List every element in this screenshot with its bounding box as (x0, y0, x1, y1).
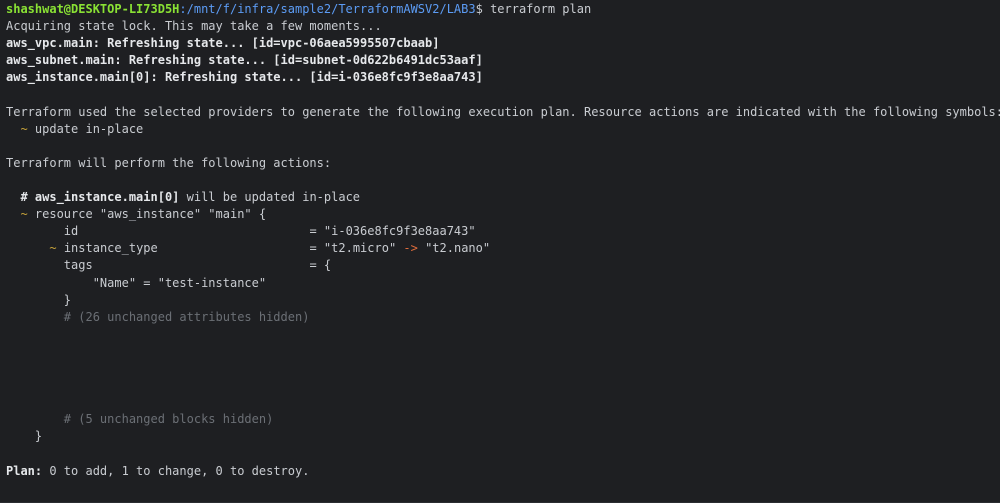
prompt-user-host: shashwat@DESKTOP-LI73D5H (6, 2, 180, 16)
attr-tags-line: tags = { (0, 257, 1000, 274)
attr-id-line: id = "i-036e8fc9f3e8aa743" (0, 223, 1000, 240)
resource-close-line: } (0, 428, 1000, 445)
tag-name-line: "Name" = "test-instance" (0, 275, 1000, 292)
attr-id-eq: = (309, 224, 324, 239)
attr-instance-type-eq: = (309, 241, 324, 256)
tag-name-entry: "Name" = "test-instance" (92, 275, 267, 290)
terminal-window[interactable]: shashwat@DESKTOP-LI73D5H:/mnt/f/infra/sa… (0, 0, 1000, 503)
prompt-path: :/mnt/f/infra/sample2/TerraformAWSV2/LAB… (179, 2, 476, 16)
perform-actions-line: Terraform will perform the following act… (6, 155, 332, 170)
unchanged-attributes-line: # (26 unchanged attributes hidden) (0, 309, 1000, 326)
comment-hash: # (20, 190, 35, 205)
attr-instance-type-key: instance_type (56, 241, 158, 256)
tags-close-line: } (0, 292, 1000, 309)
prompt-symbol: $ (475, 2, 491, 16)
update-symbol-legend: ~ update in-place (0, 121, 1000, 138)
tilde-symbol: ~ (20, 207, 28, 222)
tilde-symbol: ~ (20, 121, 28, 136)
lock-message: Acquiring state lock. This may take a fe… (6, 19, 382, 34)
plan-intro-line: Terraform used the selected providers to… (6, 104, 1000, 119)
attr-tags-eq: = { (309, 258, 332, 273)
resource-declaration-line: ~ resource "aws_instance" "main" { (0, 206, 1000, 223)
prompt-command: terraform plan (490, 2, 592, 16)
attr-instance-type-line: ~ instance_type = "t2.micro" -> "t2.nano… (0, 240, 1000, 257)
attr-id-value: "i-036e8fc9f3e8aa743" (323, 224, 476, 239)
plan-summary-text: 0 to add, 1 to change, 0 to destroy. (42, 463, 310, 478)
unchanged-attributes-comment: # (26 unchanged attributes hidden) (63, 309, 310, 324)
unchanged-blocks-line: # (5 unchanged blocks hidden) (0, 411, 1000, 428)
resource-address: aws_instance.main[0] (34, 190, 180, 205)
refresh-subnet-line: aws_subnet.main: Refreshing state... [id… (6, 53, 483, 68)
attr-new-value: "t2.nano" (425, 241, 491, 256)
resource-comment-line: # aws_instance.main[0] will be updated i… (0, 189, 1000, 206)
unchanged-blocks-comment: # (5 unchanged blocks hidden) (63, 412, 274, 427)
plan-summary-line: Plan: 0 to add, 1 to change, 0 to destro… (0, 463, 1000, 480)
attr-tags-key: tags (63, 258, 93, 273)
change-arrow: -> (396, 241, 426, 256)
resource-close-brace: } (34, 429, 43, 444)
attr-id-key: id (63, 224, 79, 239)
plan-summary-label: Plan: (6, 463, 43, 478)
tilde-symbol: ~ (49, 241, 57, 256)
resource-declaration: resource "aws_instance" "main" { (27, 207, 267, 222)
update-in-place-label: update in-place (27, 121, 144, 136)
tags-close-brace: } (63, 292, 72, 307)
comment-rest: will be updated in-place (179, 190, 361, 205)
refresh-instance-line: aws_instance.main[0]: Refreshing state..… (6, 70, 483, 85)
refresh-vpc-line: aws_vpc.main: Refreshing state... [id=vp… (6, 36, 440, 51)
prompt-line: shashwat@DESKTOP-LI73D5H:/mnt/f/infra/sa… (0, 1, 1000, 18)
attr-old-value: "t2.micro" (323, 241, 397, 256)
